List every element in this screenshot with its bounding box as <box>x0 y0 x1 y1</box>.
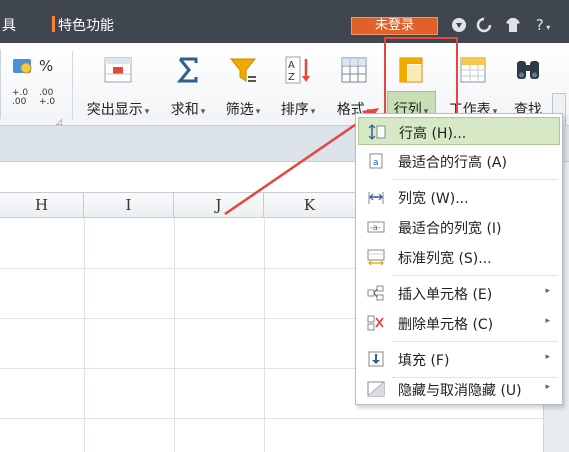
menu-item-autofit-row-height[interactable]: a 最适合的行高 (A) <box>358 147 560 175</box>
percent-icon[interactable]: % <box>39 57 53 75</box>
menu-tools[interactable]: 具 <box>2 15 16 35</box>
grid-line <box>264 218 265 452</box>
caret-icon: ▾ <box>200 107 206 117</box>
ribbon-divider <box>72 51 73 119</box>
highlight-icon <box>104 57 132 83</box>
help-caret-icon: ▾ <box>543 23 551 32</box>
menu-item-column-width[interactable]: 列宽 (W)... <box>358 183 560 211</box>
help-icon[interactable]: ? ▾ <box>530 17 556 33</box>
highlight-label: 突出显示 <box>86 102 143 118</box>
caret-icon: ▾ <box>255 107 261 117</box>
title-divider <box>52 16 55 32</box>
delete-cells-icon <box>367 315 384 331</box>
increase-decimal-icon[interactable]: +.0 .00 <box>12 89 28 107</box>
autofit-row-icon: a <box>369 153 383 169</box>
currency-format-icon[interactable] <box>12 57 34 79</box>
sync-icon[interactable] <box>476 17 492 33</box>
row-column-dropdown-menu: 行高 (H)... a 最适合的行高 (A) 列宽 (W)... -a- 最适合… <box>355 113 563 405</box>
filter-label: 筛选 <box>225 102 254 118</box>
title-bar: 具 特色功能 未登录 ? ▾ <box>0 0 569 43</box>
menu-separator <box>392 179 558 180</box>
svg-text:a: a <box>373 158 379 168</box>
column-width-icon <box>368 192 384 204</box>
svg-text:A: A <box>288 60 295 71</box>
svg-text:-a-: -a- <box>370 223 381 232</box>
menu-item-label: 填充 (F) <box>398 353 450 369</box>
menu-item-label: 标准列宽 (S)... <box>398 251 492 267</box>
column-header-h[interactable]: H <box>0 193 84 217</box>
insert-cells-icon <box>367 285 384 301</box>
format-button[interactable]: 格式 ▾ <box>328 51 380 121</box>
skin-icon[interactable] <box>451 17 467 33</box>
menu-item-delete-cells[interactable]: 删除单元格 (C) ▸ <box>358 309 560 337</box>
menu-item-insert-cells[interactable]: 插入单元格 (E) ▸ <box>358 279 560 307</box>
row-height-icon <box>368 124 386 140</box>
dialog-launcher-icon[interactable]: ◿ <box>56 117 62 126</box>
sort-label: 排序 <box>280 102 309 118</box>
login-button[interactable]: 未登录 <box>351 17 438 35</box>
menu-item-label: 最适合的行高 (A) <box>398 155 507 171</box>
worksheet-icon <box>460 57 486 83</box>
menu-item-autofit-column-width[interactable]: -a- 最适合的列宽 (I) <box>358 213 560 241</box>
submenu-arrow-icon: ▸ <box>545 382 550 392</box>
shirt-icon[interactable] <box>505 17 521 33</box>
column-header-j[interactable]: J <box>174 193 264 217</box>
help-label: ? <box>535 16 544 34</box>
menu-item-label: 最适合的列宽 (I) <box>398 221 502 237</box>
filter-button[interactable]: 筛选 ▾ <box>218 51 268 121</box>
menu-separator <box>392 275 558 276</box>
find-button[interactable]: 查找 <box>508 51 548 121</box>
format-icon <box>341 57 367 83</box>
submenu-arrow-icon: ▸ <box>545 316 550 326</box>
filter-icon <box>229 58 257 82</box>
hide-unhide-icon <box>367 381 385 397</box>
menu-item-row-height[interactable]: 行高 (H)... <box>358 117 560 145</box>
ribbon-divider <box>0 49 1 119</box>
grid-line <box>84 218 85 452</box>
number-format-group: % +.0 .00 .00 +.0 <box>12 57 62 117</box>
menu-item-label: 列宽 (W)... <box>398 191 469 207</box>
menu-separator <box>392 341 558 342</box>
menu-special-features[interactable]: 特色功能 <box>58 15 114 35</box>
sigma-icon <box>176 57 198 83</box>
decrease-decimal-icon[interactable]: .00 +.0 <box>39 89 55 107</box>
annotation-highlight-box <box>384 37 458 120</box>
sum-label: 求和 <box>170 102 199 118</box>
caret-icon: ▾ <box>144 107 150 117</box>
column-header-i[interactable]: I <box>84 193 174 217</box>
fill-icon <box>368 351 384 367</box>
caret-icon: ▾ <box>310 107 316 117</box>
menu-item-label: 隐藏与取消隐藏 (U) <box>398 383 522 399</box>
sort-icon: A Z <box>285 56 310 84</box>
sum-button[interactable]: 求和 ▾ <box>163 51 213 121</box>
menu-item-label: 行高 (H)... <box>399 126 467 142</box>
standard-width-icon <box>367 249 385 265</box>
sort-button[interactable]: A Z 排序 ▾ <box>273 51 323 121</box>
submenu-arrow-icon: ▸ <box>545 286 550 296</box>
menu-item-hide-unhide[interactable]: 隐藏与取消隐藏 (U) ▸ <box>358 375 560 403</box>
menu-item-label: 删除单元格 (C) <box>398 317 494 333</box>
menu-item-label: 插入单元格 (E) <box>398 287 493 303</box>
submenu-arrow-icon: ▸ <box>545 352 550 362</box>
autofit-column-icon: -a- <box>367 221 385 233</box>
highlight-button[interactable]: 突出显示 ▾ <box>78 51 158 121</box>
menu-item-fill[interactable]: 填充 (F) ▸ <box>358 345 560 373</box>
menu-item-standard-width[interactable]: 标准列宽 (S)... <box>358 243 560 271</box>
find-icon <box>517 61 539 79</box>
column-header-k[interactable]: K <box>264 193 356 217</box>
grid-line <box>0 418 569 419</box>
grid-line <box>174 218 175 452</box>
svg-text:Z: Z <box>288 72 295 83</box>
